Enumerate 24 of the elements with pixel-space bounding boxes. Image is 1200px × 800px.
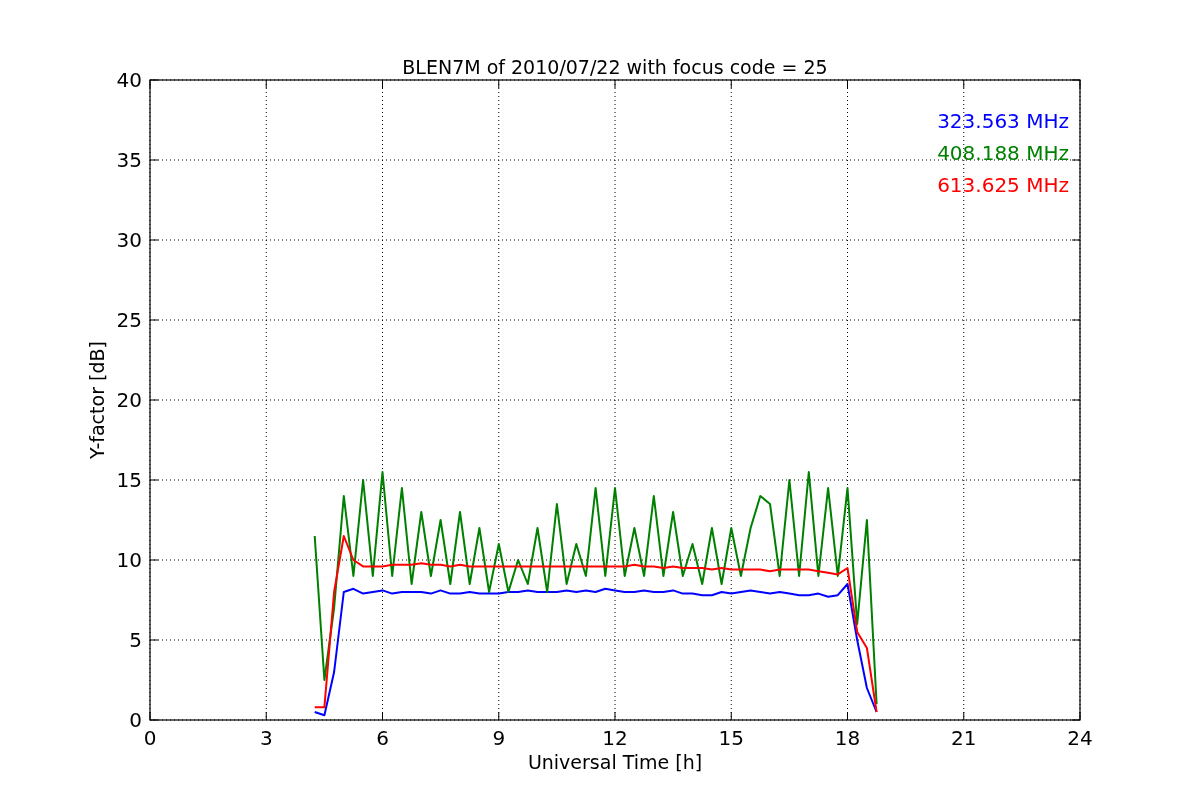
x-tick-label: 15 <box>718 726 744 750</box>
y-tick-label: 5 <box>129 628 142 652</box>
x-tick-label: 6 <box>376 726 389 750</box>
y-tick-label: 20 <box>116 388 142 412</box>
legend-label: 613.625 MHz <box>937 173 1069 197</box>
x-tick-label: 24 <box>1067 726 1093 750</box>
y-tick-label: 25 <box>116 308 142 332</box>
y-tick-label: 30 <box>116 228 142 252</box>
chart-title: BLEN7M of 2010/07/22 with focus code = 25 <box>402 56 828 78</box>
x-tick-label: 3 <box>259 726 273 750</box>
x-tick-label: 18 <box>834 726 861 750</box>
y-tick-label: 0 <box>129 708 142 732</box>
x-tick-label: 21 <box>951 726 977 750</box>
legend-label: 408.188 MHz <box>937 141 1069 165</box>
legend-label: 323.563 MHz <box>937 109 1069 133</box>
y-tick-label: 15 <box>116 468 142 492</box>
x-tick-label: 12 <box>602 726 628 750</box>
y-tick-label: 10 <box>116 548 142 572</box>
y-axis-label: Y-factor [dB] <box>86 341 108 459</box>
x-axis-label: Universal Time [h] <box>527 751 703 773</box>
y-tick-label: 40 <box>116 68 142 92</box>
y-tick-label: 35 <box>116 148 142 172</box>
x-tick-label: 9 <box>492 726 506 750</box>
x-tick-label: 0 <box>143 726 157 750</box>
